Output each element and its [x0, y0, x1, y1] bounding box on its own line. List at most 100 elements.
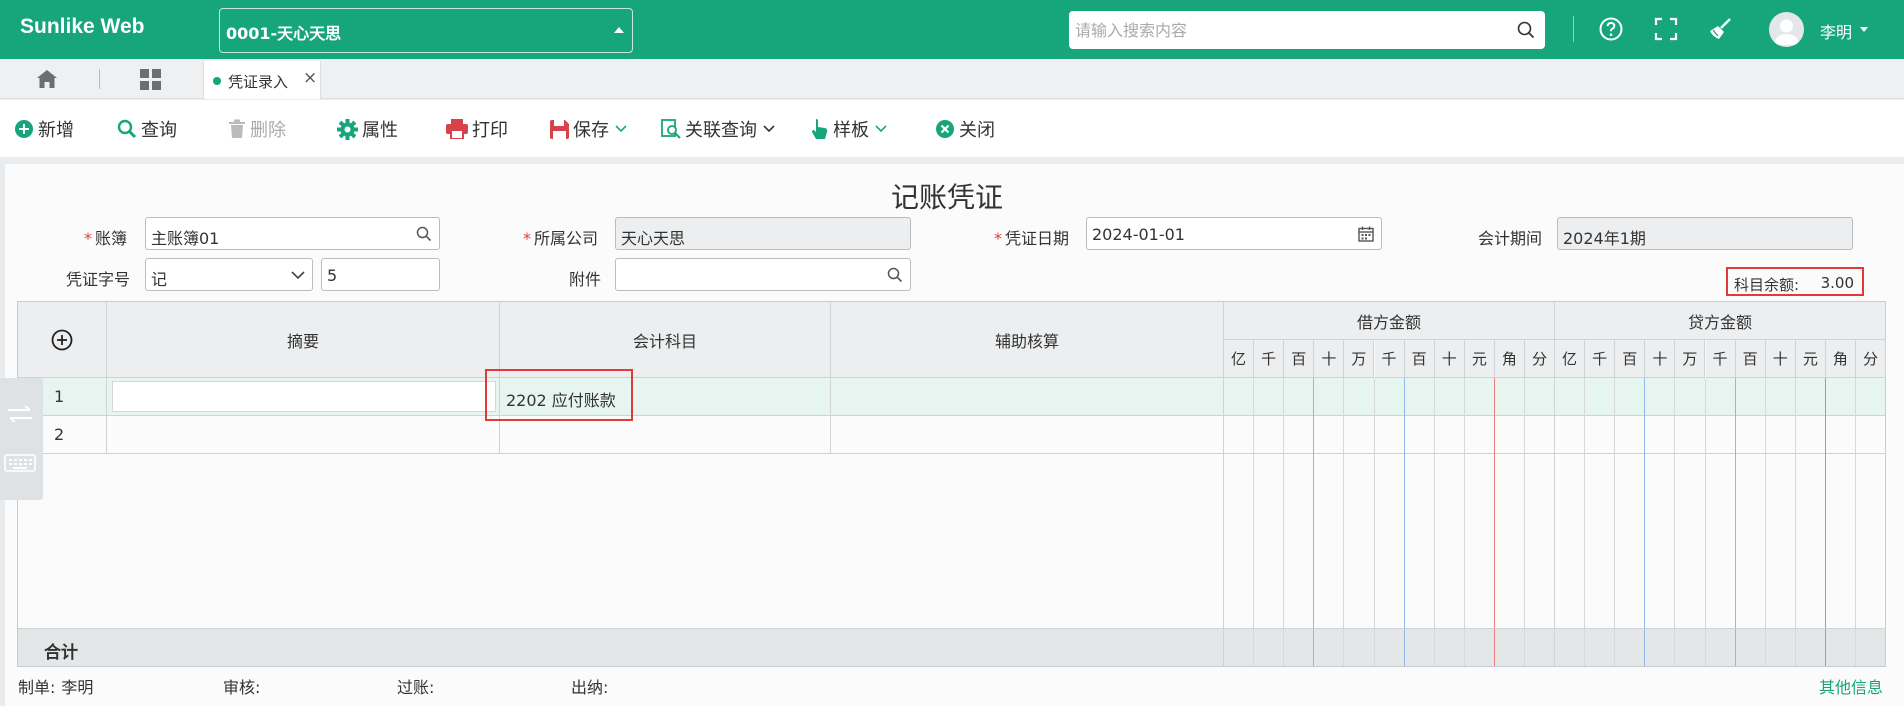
summary-input[interactable]	[112, 381, 496, 412]
summary-cell[interactable]	[107, 378, 500, 415]
save-button[interactable]: 保存	[550, 117, 631, 141]
auditor-label: 审核:	[223, 678, 261, 697]
debit-column-header: 借方金额	[1224, 302, 1555, 340]
print-button[interactable]: 打印	[446, 117, 508, 141]
credit-digit-divider	[1674, 378, 1676, 628]
table-row[interactable]: 1 2202 应付账款	[18, 378, 1885, 416]
voucher-entry-grid: 摘要 会计科目 辅助核算 借方金额 贷方金额 亿千百十万千百十元角分亿千百十万千…	[17, 301, 1887, 667]
search-icon[interactable]	[887, 267, 903, 283]
debit-digit-divider	[1253, 378, 1255, 628]
credit-digit-divider	[1794, 629, 1796, 666]
user-name[interactable]: 李明	[1820, 19, 1852, 43]
search-icon	[117, 119, 137, 139]
credit-digit-divider	[1584, 629, 1586, 666]
credit-digit-header: 千	[1585, 340, 1616, 378]
voucher-no-label: 凭证字号	[66, 270, 131, 289]
debit-digit-header: 分	[1525, 340, 1556, 378]
tab-bar: 凭证录入 ×	[0, 59, 1904, 99]
add-button[interactable]: 新增	[14, 117, 74, 141]
column-divider	[1554, 378, 1555, 666]
trash-icon	[229, 119, 245, 138]
page-title: 记账凭证	[891, 181, 1004, 214]
credit-digit-divider	[1824, 629, 1826, 666]
ledger-field[interactable]: 主账簿01	[145, 217, 440, 250]
close-tab-icon[interactable]: ×	[303, 68, 317, 88]
search-icon[interactable]	[1517, 21, 1535, 39]
chevron-down-icon[interactable]	[763, 125, 775, 133]
add-row-icon[interactable]	[51, 329, 73, 351]
summary-cell[interactable]	[107, 416, 500, 453]
calendar-icon[interactable]	[1358, 226, 1374, 242]
chevron-down-icon[interactable]	[291, 271, 305, 280]
debit-digit-header: 十	[1314, 340, 1345, 378]
chevron-down-icon[interactable]	[1860, 27, 1868, 32]
other-info-link[interactable]: 其他信息	[1819, 674, 1883, 698]
broom-icon[interactable]	[1707, 16, 1733, 42]
avatar[interactable]	[1769, 12, 1804, 47]
tab-voucher-entry[interactable]: 凭证录入 ×	[203, 61, 321, 99]
search-input[interactable]	[1075, 19, 1495, 41]
debit-digit-divider	[1313, 629, 1315, 666]
voucher-number-field[interactable]: 5	[321, 258, 440, 291]
query-button[interactable]: 查询	[117, 117, 177, 141]
debit-digit-divider	[1403, 629, 1405, 666]
active-dot-icon	[213, 77, 221, 85]
tab-label: 凭证录入	[228, 73, 289, 91]
template-button[interactable]: 样板	[811, 117, 891, 141]
plus-circle-icon	[15, 120, 33, 138]
chevron-down-icon[interactable]	[875, 125, 887, 133]
keyboard-icon[interactable]	[4, 454, 36, 472]
organization-select[interactable]: 0001-天心天思	[219, 8, 633, 53]
debit-digit-header: 亿	[1224, 340, 1255, 378]
debit-digit-header: 千	[1254, 340, 1285, 378]
voucher-word-select[interactable]: 记	[145, 258, 313, 291]
account-column-header: 会计科目	[500, 302, 831, 378]
search-icon[interactable]	[416, 226, 432, 242]
credit-digit-divider	[1764, 378, 1766, 628]
auxiliary-cell[interactable]	[831, 416, 1224, 453]
account-balance-badge: 科目余额: 3.00	[1726, 267, 1864, 296]
credit-digit-divider	[1614, 378, 1616, 628]
ledger-label: * 账簿	[84, 229, 128, 248]
attachment-field[interactable]	[615, 258, 911, 291]
credit-digit-divider	[1734, 629, 1736, 666]
voucher-date-field[interactable]: 2024-01-01	[1086, 217, 1382, 250]
auxiliary-column-header: 辅助核算	[831, 302, 1224, 378]
close-button[interactable]: 关闭	[935, 117, 995, 141]
delete-button[interactable]: 删除	[228, 117, 286, 141]
debit-digit-divider	[1524, 629, 1525, 666]
debit-digit-divider	[1433, 629, 1435, 666]
company-label: * 所属公司	[523, 229, 599, 248]
hand-pointer-icon	[812, 119, 828, 139]
linked-query-button[interactable]: 关联查询	[661, 117, 779, 141]
printer-icon	[446, 119, 468, 139]
properties-button[interactable]: 属性	[337, 117, 398, 141]
credit-digit-header: 十	[1765, 340, 1796, 378]
debit-digit-divider	[1253, 629, 1255, 666]
auxiliary-cell[interactable]	[831, 378, 1224, 415]
summary-column-header: 摘要	[107, 302, 500, 378]
top-bar: Sunlike Web 0001-天心天思 李明	[0, 0, 1904, 59]
close-circle-icon	[936, 120, 954, 138]
fullscreen-icon[interactable]	[1653, 16, 1679, 42]
column-divider	[1223, 378, 1224, 666]
period-label: 会计期间	[1478, 229, 1543, 248]
credit-digit-header: 十	[1645, 340, 1676, 378]
table-row[interactable]: 2	[18, 416, 1885, 454]
credit-digit-divider	[1704, 378, 1706, 628]
apps-grid-icon[interactable]	[140, 69, 161, 90]
account-cell[interactable]	[500, 416, 831, 453]
gear-icon	[337, 118, 358, 140]
global-search[interactable]	[1069, 11, 1545, 49]
credit-digit-divider	[1614, 629, 1616, 666]
debit-digit-divider	[1343, 378, 1345, 628]
chevron-down-icon[interactable]	[615, 125, 627, 133]
swap-arrows-icon[interactable]	[6, 405, 34, 423]
side-collapse-tab[interactable]	[0, 378, 43, 500]
add-row-header	[18, 302, 107, 378]
linked-search-icon	[661, 119, 681, 139]
total-row: 合计	[18, 628, 1885, 666]
home-icon[interactable]	[36, 69, 58, 89]
company-field: 天心天思	[615, 217, 911, 250]
help-icon[interactable]	[1598, 16, 1624, 42]
